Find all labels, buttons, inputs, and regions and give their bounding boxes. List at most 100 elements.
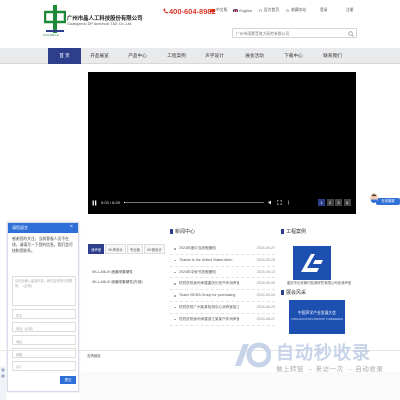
pause-icon[interactable]: [92, 200, 97, 206]
title-bar-icon: [281, 229, 284, 234]
video-progress-bar[interactable]: [123, 202, 264, 203]
star-icon: [285, 8, 290, 13]
news-item[interactable]: 2024年中秋节放假通知 2024-09-13: [170, 267, 275, 279]
news-item-date: 2024-08-21: [256, 316, 275, 321]
slide-dot[interactable]: 1: [318, 199, 325, 206]
lang-en-link[interactable]: English: [233, 8, 252, 13]
company-logo[interactable]: [44, 4, 66, 34]
product-tab[interactable]: 专业版: [126, 244, 144, 254]
lang-cn-link[interactable]: 中文版: [210, 8, 227, 13]
case-image[interactable]: [293, 246, 331, 280]
product-tab[interactable]: XK音设计: [144, 244, 165, 254]
address-placeholder: 地址: [16, 340, 23, 344]
nav-products[interactable]: 产品中心: [121, 48, 154, 64]
submit-button[interactable]: 提交: [60, 376, 76, 384]
cases-title-text: 工程案例: [286, 229, 307, 235]
news-item-title: 2024年度中当放假通知: [179, 246, 216, 250]
home-icon: [258, 8, 263, 13]
exhibition-image[interactable]: 中国声学产业发展大会 CHINA ACOUSTICS INDUSTRY CONF…: [289, 300, 345, 334]
watermark-logo-icon: [235, 342, 271, 368]
nav-exhibit[interactable]: 开品展览: [83, 48, 116, 64]
logo-subtext: ANCHECH: [43, 33, 60, 37]
news-item-date: 2024-08-23: [256, 304, 275, 309]
search-placeholder: 广州市雨蒙音效大研究有限公司: [236, 31, 290, 36]
news-item-title: 热烈庆祝我司承建重庆长安汽车消声室: [179, 281, 239, 286]
product-item[interactable]: XK-LJ46-XI 面膜采集硬件: [92, 267, 143, 277]
title-bar-icon: [281, 290, 284, 295]
volume-icon[interactable]: [268, 200, 273, 205]
search-icon[interactable]: [348, 30, 354, 37]
address-field[interactable]: 地址: [12, 335, 76, 345]
slide-dot[interactable]: 2: [326, 199, 334, 206]
customer-service-button[interactable]: 在线客服: [376, 198, 400, 205]
phone-field[interactable]: 电话（必填）: [12, 322, 76, 332]
more-options-icon[interactable]: [286, 200, 291, 205]
nav-design[interactable]: 声学设计: [198, 48, 231, 64]
cases-section: 工程案例 重庆市长安铸巧检测研究有限公司全消声室: [281, 228, 356, 285]
register-link[interactable]: 注册: [346, 8, 354, 13]
message-widget: 请您留言 × 感谢您的关注，当前客服人员不在线，请填写一下您的信息，我们会尽快和…: [7, 222, 79, 392]
bullet-icon: [174, 318, 176, 321]
news-item-date: 2024-09-27: [256, 246, 275, 250]
bookmark-link[interactable]: 收藏本站: [285, 8, 306, 13]
exhibition-image-title: 中国声学产业发展大会: [298, 311, 336, 315]
lang-cn-label: 中文版: [216, 8, 228, 12]
company-name-en: Guangzhou DP Anechoic T&E Co.,Ltd.: [67, 22, 133, 26]
slide-pager: 1 2 3 4: [318, 199, 351, 206]
video-player[interactable]: [88, 72, 356, 214]
login-link[interactable]: 登录: [320, 8, 328, 13]
name-field[interactable]: 姓名: [12, 309, 76, 319]
watermark: 自动秒收录 做上转链 → 来访一次 → 自动收录: [229, 336, 389, 384]
message-widget-title: 请您留言: [8, 223, 78, 233]
video-time: 0:03 / 6:29: [101, 200, 120, 205]
header: ANCHECH 广州市晶人工科技股份有限公司 Guangzhou DP Anec…: [0, 0, 400, 45]
phone-placeholder: 电话（必填）: [16, 327, 36, 331]
news-item[interactable]: Thank ISKRA Group for purchasing 2024-09-…: [170, 290, 275, 302]
side-tab-icon[interactable]: [0, 366, 6, 400]
search-input[interactable]: 广州市雨蒙音效大研究有限公司: [232, 28, 357, 38]
cases-title: 工程案例: [281, 228, 356, 235]
nav-contact[interactable]: 联系我们: [316, 48, 349, 64]
uk-flag-icon: [233, 8, 239, 13]
news-item-title: Thank ISKRA Group for purchasing: [179, 293, 236, 298]
product-list: XK-LJ46-XI 面膜采集硬件 XK-LJ46-XI 面膜采集硬件(外部): [92, 267, 143, 287]
watermark-subtext: 做上转链 → 来访一次 → 自动收录: [276, 366, 384, 373]
set-homepage-label: 设为首页: [263, 8, 280, 12]
news-item-title: 2024年中秋节放假通知: [179, 269, 216, 274]
bullet-icon: [174, 283, 176, 285]
news-item[interactable]: 热烈庆祝我司承建重庆长安汽车消声室 2024-09-05: [170, 278, 275, 291]
bullet-icon: [174, 295, 176, 297]
customer-service-float[interactable]: 在线客服: [369, 193, 400, 211]
product-tab[interactable]: 消声室: [88, 244, 105, 254]
nav-downloads[interactable]: 下载中心: [277, 48, 310, 64]
product-item[interactable]: XK-LJ46-XI 面膜采集硬件(外部): [92, 277, 143, 287]
close-icon[interactable]: ×: [70, 225, 75, 230]
bookmark-label: 收藏本站: [291, 8, 307, 12]
news-item-title: 热烈庆祝我司承建浙江某某汽车消声室: [179, 316, 239, 321]
product-tab[interactable]: XK声设计: [105, 244, 126, 254]
nav-events[interactable]: 展会活动: [238, 48, 271, 64]
watermark-text: 自动秒收录: [276, 343, 371, 363]
fullscreen-icon[interactable]: [277, 200, 282, 205]
nav-cases[interactable]: 工程案例: [160, 48, 193, 64]
name-placeholder: 姓名: [16, 314, 23, 318]
message-textarea[interactable]: 请在此输入留言内容，我们会尽快与您联系。（必填）: [12, 276, 76, 306]
qq-field[interactable]: QQ: [12, 361, 76, 371]
bullet-icon: [174, 248, 176, 250]
news-title: 新闻中心: [170, 228, 275, 235]
main-nav: 首 页 开品展览 产品中心 工程案例 声学设计 展会活动 下载中心 联系我们: [0, 48, 400, 64]
slide-dot[interactable]: 4: [343, 199, 351, 206]
slide-dot[interactable]: 3: [335, 199, 342, 206]
case-caption[interactable]: 重庆市长安铸巧检测研究有限公司全消声室: [286, 281, 352, 286]
news-item[interactable]: 热烈庆祝广州某某检测中心消声室竣工 2024-08-23: [170, 302, 275, 314]
honor-title-text: 展会风采: [286, 290, 307, 296]
top-links: 中文版 English 设为首页 收藏本站: [210, 8, 306, 13]
news-item[interactable]: 2024年度中当放假通知 2024-09-27: [170, 243, 275, 255]
video-controls: 0:03 / 6:29: [92, 198, 302, 207]
news-section: 新闻中心 2024年度中当放假通知 2024-09-27 Thanks to th…: [170, 228, 275, 326]
news-item[interactable]: Thanks to the United States Alten 2024-09…: [170, 255, 275, 267]
nav-home[interactable]: 首 页: [48, 48, 81, 64]
bullet-icon: [174, 259, 176, 262]
set-homepage-link[interactable]: 设为首页: [258, 8, 279, 13]
news-item[interactable]: 热烈庆祝我司承建浙江某某汽车消声室 2024-08-21: [170, 314, 275, 326]
